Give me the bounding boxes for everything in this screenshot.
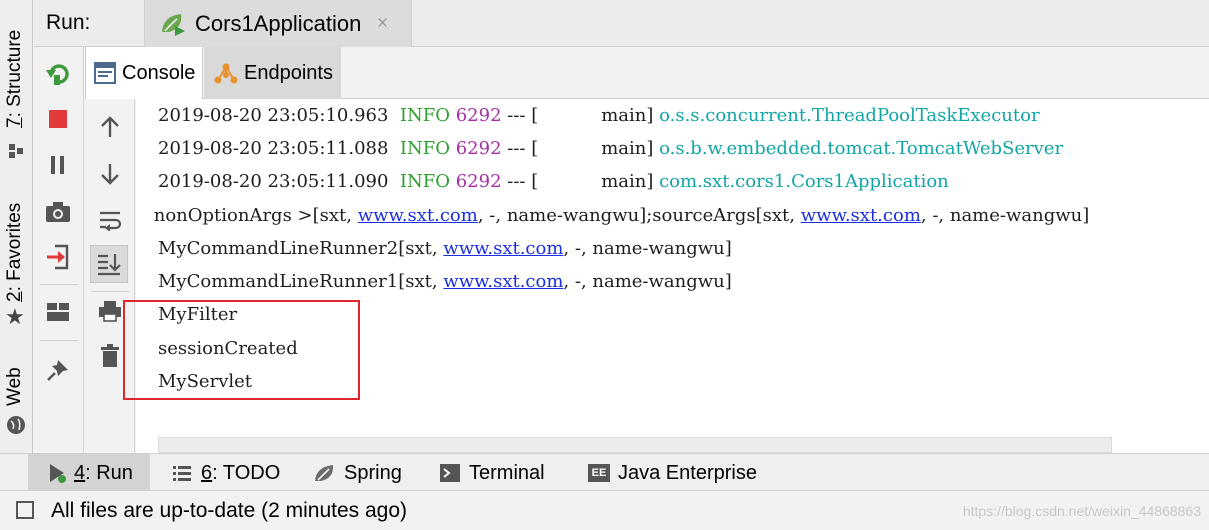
toggle-panel-icon[interactable] bbox=[16, 501, 34, 519]
url-link[interactable]: www.sxt.com bbox=[443, 238, 563, 259]
java-ee-icon: EE bbox=[588, 464, 610, 482]
toolbar-divider bbox=[40, 284, 78, 285]
terminal-icon bbox=[440, 464, 460, 482]
soft-wrap-button[interactable] bbox=[95, 205, 125, 235]
clear-all-button[interactable] bbox=[95, 341, 125, 371]
scroll-to-end-button[interactable] bbox=[90, 245, 128, 283]
rerun-button[interactable] bbox=[43, 59, 73, 89]
spring-boot-icon bbox=[162, 14, 185, 36]
layout-icon bbox=[47, 303, 69, 321]
tab-endpoints[interactable]: Endpoints bbox=[204, 47, 341, 99]
tab-todo[interactable]: 6: TODO bbox=[172, 454, 287, 492]
pin-button[interactable] bbox=[43, 355, 73, 385]
java-enterprise-tab-label: Java Enterprise bbox=[618, 461, 757, 484]
console-icon bbox=[94, 62, 116, 84]
toolbar-divider bbox=[91, 291, 129, 292]
console-subtabs: Console Endpoints bbox=[85, 47, 1209, 99]
terminal-tab-label: Terminal bbox=[469, 461, 545, 484]
toolbar-divider bbox=[40, 340, 78, 341]
runner1-line: MyCommandLineRunner1[sxt, www.sxt.com, -… bbox=[158, 271, 732, 292]
print-button[interactable] bbox=[95, 296, 125, 326]
left-tool-strip: 7: Structure 2: Favorites ★ Web bbox=[0, 0, 33, 453]
spring-tab-label: Spring bbox=[344, 461, 402, 484]
exit-icon bbox=[47, 244, 69, 270]
watermark: https://blog.csdn.net/weixin_44868863 bbox=[962, 503, 1201, 519]
run-tab-title: Cors1Application bbox=[195, 11, 362, 36]
rerun-icon bbox=[46, 64, 69, 85]
soft-wrap-icon bbox=[100, 211, 122, 231]
endpoints-icon bbox=[214, 63, 238, 84]
globe-icon bbox=[7, 416, 25, 434]
run-config-tab[interactable]: Cors1Application × bbox=[144, 0, 412, 47]
close-icon[interactable]: × bbox=[377, 13, 388, 35]
run-tab-label: 4: Run bbox=[74, 461, 133, 484]
url-link[interactable]: www.sxt.com bbox=[443, 271, 563, 292]
scroll-down-button[interactable] bbox=[95, 159, 125, 189]
exit-button[interactable] bbox=[43, 242, 73, 272]
star-icon: ★ bbox=[5, 304, 25, 329]
log-line: 2019-08-20 23:05:10.963 INFO 6292 --- [ … bbox=[158, 105, 1040, 126]
favorites-tool-tab[interactable]: 2: Favorites ★ bbox=[0, 190, 33, 330]
status-bar: All files are up-to-date (2 minutes ago)… bbox=[0, 491, 1209, 530]
scroll-up-button[interactable] bbox=[95, 112, 125, 142]
url-link[interactable]: www.sxt.com bbox=[358, 205, 478, 226]
console-tab-label: Console bbox=[122, 61, 196, 84]
endpoints-tab-label: Endpoints bbox=[244, 61, 333, 84]
bottom-tool-tabs: 4: Run 6: TODO Spring Terminal EE Java E… bbox=[0, 453, 1209, 492]
log-line: 2019-08-20 23:05:11.088 INFO 6292 --- [ … bbox=[158, 138, 1064, 159]
tab-java-enterprise[interactable]: EE Java Enterprise bbox=[588, 454, 768, 492]
run-toolbar bbox=[34, 47, 84, 453]
scroll-to-end-icon bbox=[98, 254, 121, 276]
list-icon bbox=[173, 466, 191, 481]
tab-spring[interactable]: Spring bbox=[313, 454, 413, 492]
restore-layout-button[interactable] bbox=[43, 297, 73, 327]
web-tab-label: Web bbox=[4, 367, 25, 406]
log-line: 2019-08-20 23:05:11.090 INFO 6292 --- [ … bbox=[158, 171, 949, 192]
pause-icon bbox=[51, 156, 64, 174]
highlight-box bbox=[123, 300, 360, 400]
run-icon bbox=[50, 464, 66, 483]
arrow-up-icon bbox=[101, 116, 119, 137]
camera-icon bbox=[46, 202, 70, 222]
favorites-tab-label: 2: Favorites bbox=[4, 202, 25, 302]
tab-run[interactable]: 4: Run bbox=[28, 454, 150, 492]
pause-button[interactable] bbox=[43, 150, 73, 180]
run-header: Run: Cors1Application × bbox=[34, 0, 1209, 47]
web-tool-tab[interactable]: Web bbox=[0, 360, 33, 440]
structure-icon bbox=[9, 144, 23, 158]
run-label: Run: bbox=[46, 11, 91, 34]
url-link[interactable]: www.sxt.com bbox=[801, 205, 921, 226]
print-icon bbox=[99, 301, 121, 322]
runner2-line: MyCommandLineRunner2[sxt, www.sxt.com, -… bbox=[158, 238, 732, 259]
pin-icon bbox=[47, 360, 68, 381]
trash-icon bbox=[101, 344, 119, 367]
args-line: nonOptionArgs >[sxt, www.sxt.com, -, nam… bbox=[148, 205, 1090, 226]
horizontal-scrollbar[interactable] bbox=[158, 437, 1112, 453]
todo-tab-label: 6: TODO bbox=[201, 461, 281, 484]
arrow-down-icon bbox=[101, 164, 119, 185]
stop-button[interactable] bbox=[43, 104, 73, 134]
dump-threads-button[interactable] bbox=[43, 197, 73, 227]
spring-leaf-icon bbox=[315, 465, 334, 481]
structure-tool-tab[interactable]: 7: Structure bbox=[0, 6, 33, 158]
status-message: All files are up-to-date (2 minutes ago) bbox=[51, 499, 408, 522]
tab-console[interactable]: Console bbox=[85, 47, 203, 99]
structure-tab-label: 7: Structure bbox=[4, 29, 25, 128]
tab-terminal[interactable]: Terminal bbox=[440, 454, 560, 492]
stop-icon bbox=[49, 110, 67, 128]
